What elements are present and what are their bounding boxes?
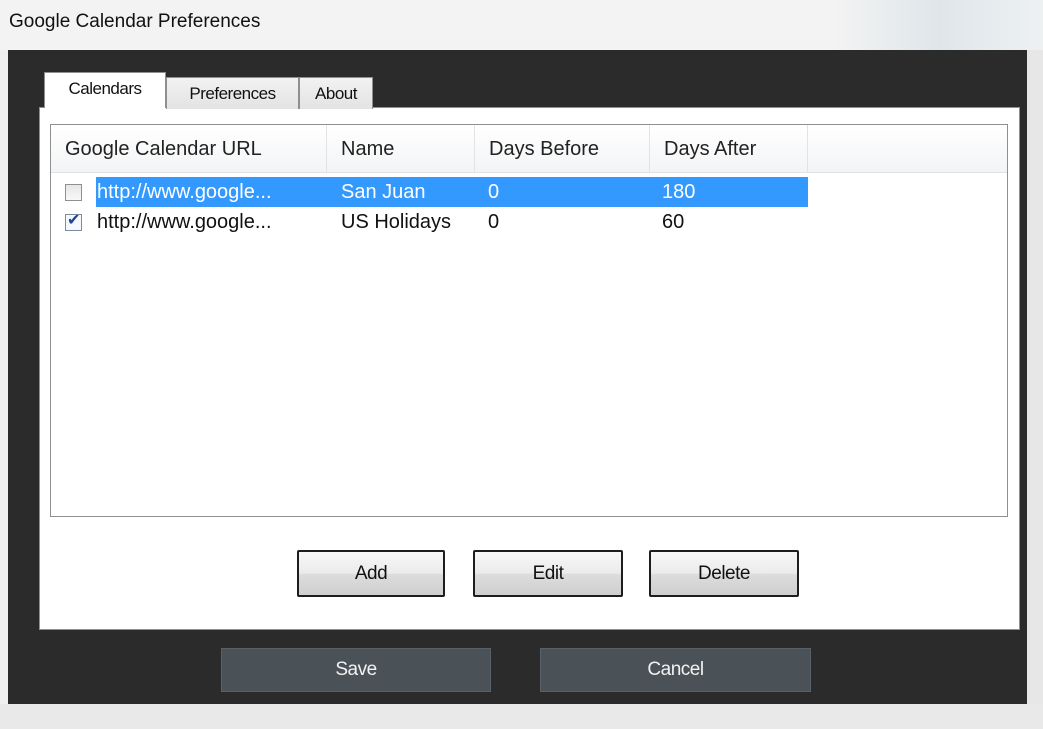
cell-url: http://www.google... (97, 211, 272, 233)
checkmark-icon: ✔ (67, 212, 81, 229)
cell-days-after: 180 (662, 181, 696, 203)
list-header: Google Calendar URL Name Days Before Day… (51, 125, 1007, 173)
cell-days-before: 0 (488, 181, 500, 203)
row-checkbox[interactable]: ✔ (65, 212, 82, 231)
tab-calendars[interactable]: Calendars (44, 72, 166, 108)
cell-url: http://www.google... (97, 181, 272, 203)
column-header-days-before[interactable]: Days Before (475, 125, 650, 173)
column-header-name[interactable]: Name (327, 125, 475, 173)
add-button[interactable]: Add (297, 550, 445, 597)
title-bar[interactable]: Google Calendar Preferences (0, 0, 1043, 50)
cell-days-before: 0 (488, 211, 500, 233)
window-edge-right (1027, 50, 1043, 729)
row-checkbox[interactable] (65, 184, 82, 201)
table-row[interactable]: http://www.google... San Juan 0 180 (51, 177, 808, 207)
column-header-days-after[interactable]: Days After (650, 125, 808, 173)
calendar-list[interactable]: Google Calendar URL Name Days Before Day… (50, 124, 1008, 517)
edit-button[interactable]: Edit (473, 550, 623, 597)
tab-preferences[interactable]: Preferences (166, 77, 299, 109)
save-button[interactable]: Save (221, 648, 491, 692)
cell-days-after: 60 (662, 211, 685, 233)
delete-button[interactable]: Delete (649, 550, 799, 597)
tab-about[interactable]: About (299, 77, 373, 109)
cancel-button[interactable]: Cancel (540, 648, 811, 692)
window-edge-bottom (0, 704, 1043, 729)
cell-name: San Juan (341, 181, 426, 203)
column-header-url[interactable]: Google Calendar URL (51, 125, 327, 173)
table-row[interactable]: ✔ http://www.google... US Holidays 0 60 (51, 207, 808, 237)
window-title: Google Calendar Preferences (9, 11, 261, 32)
cell-name: US Holidays (341, 211, 452, 233)
